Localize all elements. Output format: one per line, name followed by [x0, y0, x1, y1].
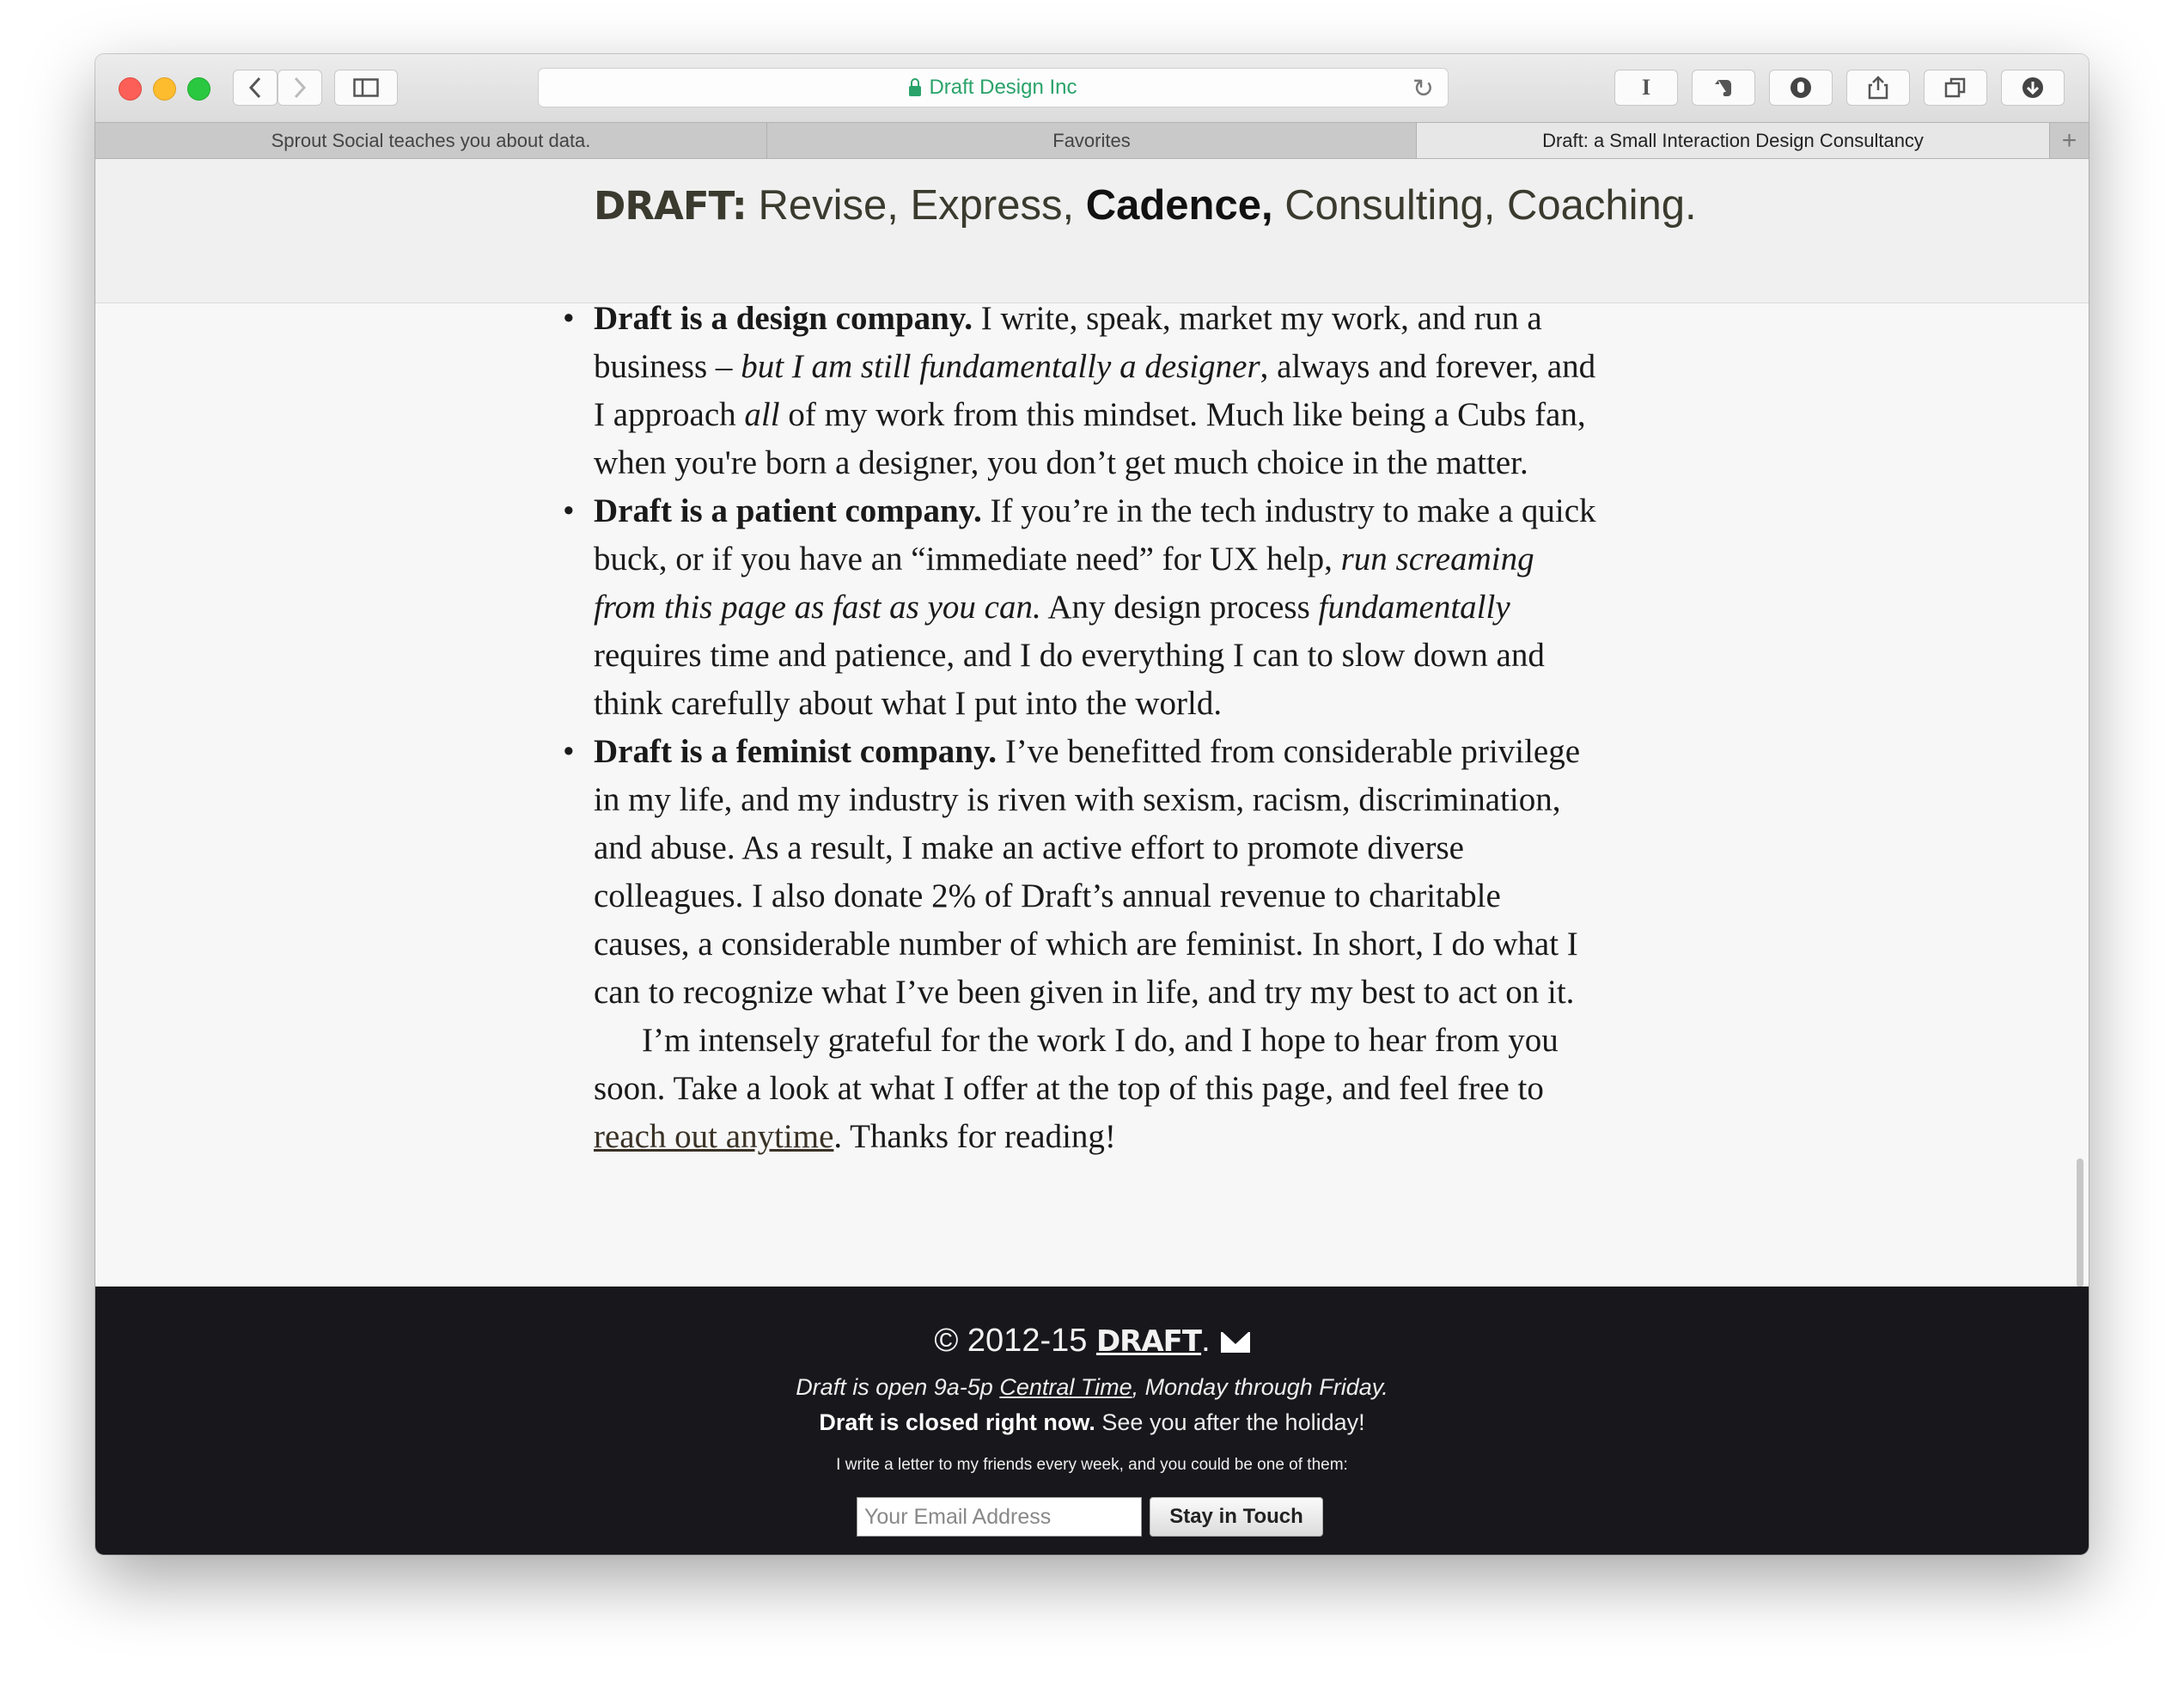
values-list: Draft is a design company. I write, spea… — [563, 295, 1599, 1017]
lock-icon — [909, 78, 922, 96]
download-icon — [2022, 77, 2043, 98]
tab-sprout-social[interactable]: Sprout Social teaches you about data. — [95, 123, 767, 158]
list-item-text: requires time and patience, and I do eve… — [594, 637, 1545, 722]
tab-label: Favorites — [1052, 129, 1131, 151]
nav-cadence[interactable]: Cadence, — [1086, 182, 1273, 229]
nav-revise-express[interactable]: Revise, Express, — [758, 182, 1074, 229]
list-item-lead: Draft is a design company. — [594, 300, 973, 337]
article-body: Draft is a design company. I write, spea… — [563, 295, 1599, 1161]
copyright-line: © 2012-15 DRAFT. — [95, 1323, 2089, 1360]
nav-consulting-coaching[interactable]: Consulting, Coaching. — [1284, 182, 1696, 229]
zoom-window-button[interactable] — [187, 77, 210, 101]
tab-bar: Sprout Social teaches you about data. Fa… — [95, 122, 2089, 159]
plus-icon: + — [2061, 125, 2077, 155]
list-item: Draft is a patient company. If you’re in… — [563, 487, 1599, 728]
email-field[interactable]: Your Email Address — [857, 1497, 1142, 1537]
site-title: DRAFT: Revise, Express, Cadence, Consult… — [594, 181, 1697, 229]
reader-icon: I — [1641, 75, 1651, 100]
browser-window: Draft Design Inc ↻ I Sprout Social teach… — [95, 54, 2089, 1555]
forward-button[interactable] — [278, 70, 322, 106]
site-header: DRAFT: Revise, Express, Cadence, Consult… — [95, 159, 2089, 303]
hours-line: Draft is open 9a-5p Central Time, Monday… — [95, 1374, 2089, 1401]
sidebar-icon — [353, 78, 379, 97]
closing-text: . Thanks for reading! — [833, 1118, 1116, 1155]
chevron-left-icon — [248, 76, 261, 99]
reach-out-link[interactable]: reach out anytime — [594, 1118, 833, 1155]
site-footer: © 2012-15 DRAFT. Draft is open 9a-5p Cen… — [95, 1287, 2089, 1555]
scrollbar-thumb[interactable] — [2077, 1158, 2083, 1287]
list-item-text: I’ve benefitted from considerable privil… — [594, 733, 1581, 1011]
newsletter-prompt: I write a letter to my friends every wee… — [836, 1456, 1348, 1474]
tab-draft[interactable]: Draft: a Small Interaction Design Consul… — [1417, 123, 2050, 158]
main-content: Draft is a design company. I write, spea… — [95, 295, 2089, 1287]
tab-favorites[interactable]: Favorites — [767, 123, 1417, 158]
list-item-lead: Draft is a patient company. — [594, 492, 982, 529]
share-button[interactable] — [1846, 70, 1910, 106]
address-bar[interactable]: Draft Design Inc ↻ — [538, 68, 1449, 107]
close-window-button[interactable] — [119, 77, 142, 101]
shield-icon — [1791, 77, 1811, 98]
evernote-icon — [1715, 80, 1731, 96]
hours-text: Draft is open 9a-5p — [796, 1374, 1000, 1400]
sidebar-button[interactable] — [334, 70, 398, 106]
tab-label: Sprout Social teaches you about data. — [271, 129, 591, 151]
new-tab-button[interactable]: + — [2050, 123, 2089, 158]
list-item: Draft is a design company. I write, spea… — [563, 295, 1599, 487]
reader-button[interactable]: I — [1614, 70, 1678, 106]
copyright-text: © 2012-15 — [934, 1323, 1088, 1359]
chevron-right-icon — [294, 76, 307, 99]
closing-paragraph: I’m intensely grateful for the work I do… — [594, 1017, 1599, 1161]
address-text: Draft Design Inc — [929, 76, 1077, 99]
copyright-dot: . — [1201, 1323, 1211, 1359]
list-item-text: Any design process — [1040, 589, 1319, 626]
browser-toolbar: Draft Design Inc ↻ I — [95, 54, 2089, 122]
tabs-icon — [1944, 77, 1966, 98]
closing-text: I’m intensely grateful for the work I do… — [594, 1022, 1559, 1107]
list-item-emphasis: fundamentally — [1318, 589, 1510, 626]
mail-icon[interactable] — [1220, 1332, 1250, 1353]
tabs-overview-button[interactable] — [1924, 70, 1987, 106]
downloads-button[interactable] — [2001, 70, 2065, 106]
newsletter-form: Your Email Address Stay in Touch — [857, 1497, 1323, 1537]
evernote-button[interactable] — [1692, 70, 1755, 106]
hours-text: , Monday through Friday. — [1132, 1374, 1388, 1400]
footer-brand-link[interactable]: DRAFT — [1096, 1324, 1202, 1359]
reload-icon[interactable]: ↻ — [1412, 74, 1434, 104]
stay-in-touch-button[interactable]: Stay in Touch — [1150, 1497, 1323, 1537]
closed-notice: Draft is closed right now. See you after… — [95, 1409, 2089, 1436]
list-item-emphasis: all — [744, 396, 780, 433]
share-icon — [1868, 76, 1888, 100]
tab-label: Draft: a Small Interaction Design Consul… — [1542, 129, 1924, 151]
list-item-emphasis: but I am still fundamentally a designer — [741, 348, 1260, 385]
central-time-link[interactable]: Central Time — [999, 1374, 1132, 1400]
closed-status: Draft is closed right now. — [819, 1409, 1095, 1435]
ghostery-button[interactable] — [1769, 70, 1833, 106]
list-item: Draft is a feminist company. I’ve benefi… — [563, 728, 1599, 1017]
back-button[interactable] — [233, 70, 278, 106]
brand-logo[interactable]: DRAFT: — [594, 183, 747, 229]
list-item-lead: Draft is a feminist company. — [594, 733, 997, 770]
minimize-window-button[interactable] — [153, 77, 176, 101]
closed-message: See you after the holiday! — [1095, 1409, 1365, 1435]
